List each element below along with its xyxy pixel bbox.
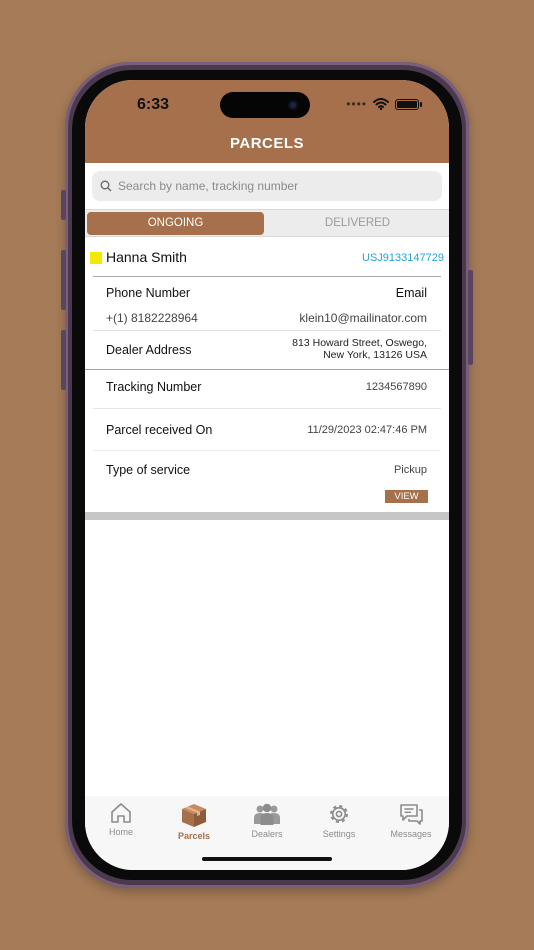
phone-label: Phone Number	[106, 286, 191, 300]
nav-settings-label: Settings	[322, 829, 356, 839]
status-flag	[90, 252, 102, 264]
service-type-value: Pickup	[393, 464, 427, 476]
parcel-status-tabs: ONGOING DELIVERED	[85, 209, 449, 237]
cellular-signal-icon: ••••	[346, 97, 367, 111]
home-icon	[111, 803, 131, 823]
nav-messages[interactable]: Messages	[375, 802, 447, 839]
parcel-card-header[interactable]: Hanna Smith USJ9133147729	[85, 246, 449, 274]
search-input[interactable]: Search by name, tracking number	[92, 171, 442, 201]
volume-down-button	[61, 330, 66, 390]
email-label: Email	[395, 286, 427, 300]
view-button[interactable]: VIEW	[385, 490, 428, 503]
parcel-received-label: Parcel received On	[106, 423, 213, 437]
page-title: PARCELS	[229, 135, 305, 152]
messages-icon	[400, 804, 423, 825]
tab-delivered[interactable]: DELIVERED	[269, 212, 446, 235]
people-icon	[254, 803, 280, 825]
divider	[93, 330, 441, 331]
gear-icon	[330, 805, 348, 823]
email-value: klein10@mailinator.com	[299, 311, 427, 325]
dealer-address-line2: New York, 13126 USA	[323, 349, 427, 361]
volume-up-button	[61, 250, 66, 310]
power-button	[468, 270, 473, 365]
camera-icon	[288, 100, 298, 110]
service-type-label: Type of service	[106, 463, 191, 477]
app-header: 6:33 •••• PARCELS	[85, 80, 449, 163]
dealer-address-label: Dealer Address	[106, 343, 192, 357]
tracking-number-label: Tracking Number	[106, 380, 202, 394]
tracking-id-link[interactable]: USJ9133147729	[362, 252, 444, 264]
dealer-address-line1: 813 Howard Street, Oswego,	[292, 337, 427, 349]
parcel-box-icon	[182, 804, 206, 827]
wifi-icon	[373, 98, 389, 110]
nav-parcels[interactable]: Parcels	[158, 802, 230, 841]
nav-settings[interactable]: Settings	[303, 802, 375, 839]
home-indicator	[202, 857, 332, 861]
nav-dealers[interactable]: Dealers	[231, 802, 303, 839]
battery-icon	[395, 98, 422, 110]
dynamic-island	[220, 92, 310, 118]
search-placeholder: Search by name, tracking number	[118, 179, 299, 193]
customer-name: Hanna Smith	[106, 249, 187, 265]
parcel-received-value: 11/29/2023 02:47:46 PM	[307, 424, 427, 436]
action-button	[61, 190, 66, 220]
nav-parcels-label: Parcels	[177, 831, 211, 841]
divider	[93, 276, 441, 277]
divider	[93, 450, 441, 451]
status-icons: ••••	[346, 97, 422, 111]
tracking-number-value: 1234567890	[365, 381, 427, 393]
search-icon	[100, 180, 112, 192]
nav-dealers-label: Dealers	[251, 829, 283, 839]
tab-ongoing[interactable]: ONGOING	[87, 212, 264, 235]
card-separator	[85, 512, 449, 520]
status-time: 6:33	[137, 96, 170, 113]
divider	[93, 408, 441, 409]
app-screen: 6:33 •••• PARCELS Search by name, tracki…	[85, 80, 449, 870]
nav-home[interactable]: Home	[85, 802, 157, 837]
nav-messages-label: Messages	[390, 829, 432, 839]
divider-accent	[85, 369, 449, 370]
phone-value: +(1) 8182228964	[106, 311, 198, 325]
nav-home-label: Home	[108, 827, 133, 837]
